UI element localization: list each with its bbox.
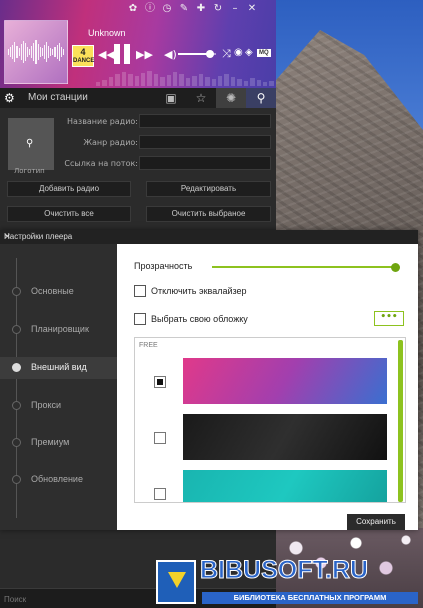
volume-slider[interactable]	[178, 50, 216, 58]
close-icon[interactable]: ✕	[4, 232, 412, 241]
watermark: BIBUSOFT.RU БИБЛИОТЕКА БЕСПЛАТНЫХ ПРОГРА…	[152, 556, 423, 608]
shuffle-icon[interactable]: ⤨	[222, 47, 231, 61]
transparency-knob[interactable]	[391, 263, 400, 272]
station-logo-text: DANCE	[73, 58, 95, 64]
settings-gear-icon[interactable]: ⚙	[4, 91, 15, 105]
station-logo-number: 4	[80, 47, 86, 57]
sidebar-dot	[12, 363, 21, 372]
name-label: Название радио:	[67, 117, 138, 126]
edit-button[interactable]: Редактировать	[146, 181, 271, 197]
magnifier-icon: ⚲	[26, 138, 34, 149]
track-title: Unknown	[88, 28, 126, 38]
sidebar-item-label: Основные	[31, 286, 74, 296]
radio-icon[interactable]: ▣	[156, 88, 186, 108]
sidebar-item[interactable]: Премиум	[0, 432, 117, 454]
vk-icon[interactable]: ◉	[234, 47, 243, 58]
skin-thumbnail[interactable]	[183, 414, 387, 460]
sidebar-dot	[12, 401, 21, 410]
equalizer-visual	[96, 70, 274, 86]
prev-icon[interactable]: ◀◀	[98, 48, 115, 61]
quality-badge[interactable]: MQ	[257, 49, 271, 57]
gear-icon[interactable]: ✿	[128, 4, 138, 14]
waveform-art	[8, 40, 64, 64]
skin-category: FREE	[139, 342, 158, 349]
info-icon[interactable]: ⓘ	[145, 4, 155, 14]
refresh-icon[interactable]: ↻	[213, 4, 223, 14]
watermark-subtitle: БИБЛИОТЕКА БЕСПЛАТНЫХ ПРОГРАММ	[202, 592, 418, 604]
sidebar-dot	[12, 325, 21, 334]
sidebar-dot	[12, 287, 21, 296]
dialog-titlebar: Настройки плеера ✕	[0, 230, 418, 244]
stream-input[interactable]	[139, 156, 271, 170]
genre-input[interactable]	[139, 135, 271, 149]
share-icon[interactable]: ◈	[245, 47, 253, 58]
skin-thumbnail[interactable]	[183, 358, 387, 404]
genre-label: Жанр радио:	[83, 138, 138, 147]
watermark-title: BIBUSOFT.RU	[199, 556, 369, 585]
sidebar-item[interactable]: Прокси	[0, 395, 117, 417]
name-input[interactable]	[139, 114, 271, 128]
window-toolbar: ✿ ⓘ ◷ ✎ ✚ ↻ – ✕	[128, 4, 257, 14]
skin-row[interactable]	[135, 470, 397, 502]
sidebar-item[interactable]: Обновление	[0, 469, 117, 491]
settings-panel: Прозрачность Отключить эквалайзер Выбрат…	[117, 244, 418, 530]
disable-eq-label: Отключить эквалайзер	[151, 286, 247, 296]
sidebar-item[interactable]: Внешний вид	[0, 357, 117, 379]
player-header: ✿ ⓘ ◷ ✎ ✚ ↻ – ✕ Unknown 4 DANCE ◀◀ ▶▶ ◀)…	[0, 0, 276, 88]
star-icon[interactable]: ☆	[186, 88, 216, 108]
save-button[interactable]: Сохранить	[347, 514, 405, 530]
more-button[interactable]: •••	[374, 311, 404, 326]
sidebar-dot	[12, 438, 21, 447]
close-icon[interactable]: ✕	[247, 4, 257, 14]
transparency-slider[interactable]	[212, 263, 400, 272]
wrench-icon[interactable]: ✚	[196, 4, 206, 14]
timer-icon[interactable]: ◷	[162, 4, 172, 14]
play-pause-icon[interactable]	[114, 44, 132, 64]
sidebar-item-label: Премиум	[31, 437, 70, 447]
pen-icon[interactable]: ✎	[179, 4, 189, 14]
volume-knob[interactable]	[206, 50, 215, 58]
settings-sidebar: Основные Планировщик Внешний вид Прокси Прем…	[0, 244, 117, 530]
sidebar-item-label: Внешний вид	[31, 362, 87, 372]
clear-all-button[interactable]: Очистить все	[7, 206, 131, 222]
album-cover	[4, 20, 68, 84]
add-radio-button[interactable]: Добавить радио	[7, 181, 131, 197]
disable-eq-checkbox[interactable]	[134, 285, 146, 297]
skin-thumbnail[interactable]	[183, 470, 387, 502]
search-icon[interactable]: ⚲	[246, 88, 276, 108]
sidebar-dot	[12, 475, 21, 484]
download-icon	[156, 560, 196, 604]
skin-row[interactable]	[135, 414, 397, 462]
sidebar-item[interactable]: Планировщик	[0, 319, 117, 341]
sidebar-item-label: Планировщик	[31, 324, 89, 334]
station-form: ⚲ Логотип Название радио: Жанр радио: Сс…	[0, 108, 276, 228]
sidebar-item-label: Прокси	[31, 400, 62, 410]
minimize-icon[interactable]: –	[230, 4, 240, 14]
next-icon[interactable]: ▶▶	[136, 48, 153, 61]
station-logo: 4 DANCE	[72, 45, 94, 67]
skin-radio[interactable]	[154, 488, 166, 500]
skin-row[interactable]	[135, 358, 397, 406]
skin-radio[interactable]	[154, 376, 166, 388]
sidebar-item[interactable]: Основные	[0, 281, 117, 303]
sidebar-item-label: Обновление	[31, 474, 83, 484]
logo-upload[interactable]: ⚲	[8, 118, 54, 170]
waveform-icon[interactable]: ✺	[216, 88, 246, 108]
custom-cover-checkbox[interactable]	[134, 313, 146, 325]
settings-dialog: Настройки плеера ✕ Основные Планировщик Вн…	[0, 230, 418, 530]
transparency-label: Прозрачность	[134, 261, 193, 271]
logo-label: Логотип	[14, 167, 45, 175]
nav-title: Мои станции	[28, 92, 88, 103]
skin-radio[interactable]	[154, 432, 166, 444]
volume-icon[interactable]: ◀)	[164, 48, 177, 61]
skins-list: FREE	[134, 337, 406, 503]
clear-selected-button[interactable]: Очистить выбраное	[146, 206, 271, 222]
custom-cover-label: Выбрать свою обложку	[151, 314, 248, 324]
skins-scrollbar[interactable]	[398, 340, 403, 502]
nav-bar: ⚙ Мои станции ▣ ☆ ✺ ⚲	[0, 88, 276, 108]
stream-label: Ссылка на поток:	[64, 159, 138, 168]
